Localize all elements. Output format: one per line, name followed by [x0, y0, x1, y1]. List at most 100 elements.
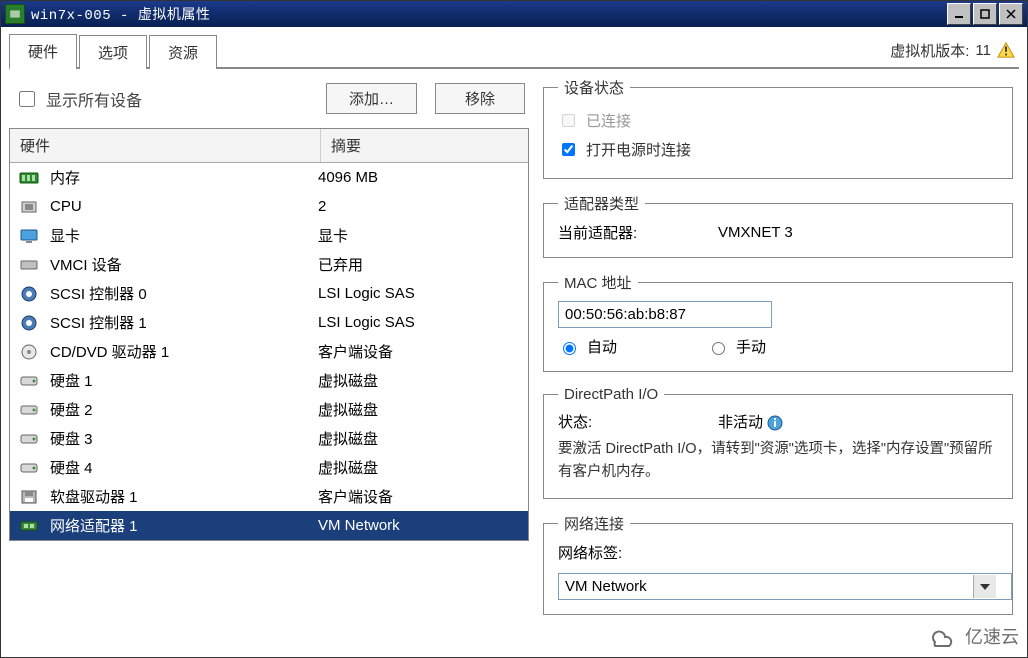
maximize-button[interactable]: [973, 3, 997, 25]
connected-label: 已连接: [586, 110, 631, 131]
device-status-group: 设备状态 已连接 打开电源时连接: [543, 77, 1013, 179]
vm-properties-window: win7x-005 - 虚拟机属性 硬件 选项 资源 虚拟机版本: 11: [0, 0, 1028, 658]
hardware-row[interactable]: 硬盘 2 虚拟磁盘: [10, 395, 528, 424]
directpath-note: 要激活 DirectPath I/O，请转到"资源"选项卡，选择"内存设置"预留…: [558, 432, 998, 484]
hardware-row[interactable]: CPU 2: [10, 192, 528, 221]
hardware-name: 硬盘 4: [50, 457, 93, 478]
col-hardware: 硬件: [10, 129, 321, 162]
connected-checkbox: [562, 114, 575, 127]
watermark: 亿速云: [925, 623, 1019, 649]
mac-manual-input[interactable]: [712, 342, 725, 355]
hardware-summary: 虚拟磁盘: [308, 428, 528, 449]
tab-options[interactable]: 选项: [79, 35, 147, 69]
hardware-name: 硬盘 3: [50, 428, 93, 449]
cddvd-icon: [18, 343, 40, 361]
scsi-icon: [18, 285, 40, 303]
vm-version-value: 11: [975, 42, 991, 59]
tabs: 硬件 选项 资源 虚拟机版本: 11: [9, 33, 1019, 69]
hardware-row[interactable]: SCSI 控制器 1 LSI Logic SAS: [10, 308, 528, 337]
hardware-summary: 客户端设备: [308, 341, 528, 362]
hardware-summary: 2: [308, 198, 528, 215]
hardware-row[interactable]: 硬盘 1 虚拟磁盘: [10, 366, 528, 395]
watermark-text: 亿速云: [965, 623, 1019, 649]
hardware-row[interactable]: 软盘驱动器 1客户端设备: [10, 482, 528, 511]
hardware-row[interactable]: CD/DVD 驱动器 1 客户端设备: [10, 337, 528, 366]
floppy-icon: [18, 488, 40, 506]
hardware-row[interactable]: 硬盘 4 虚拟磁盘: [10, 453, 528, 482]
device-status-legend: 设备状态: [558, 77, 630, 98]
mac-address-group: MAC 地址 自动 手动: [543, 272, 1013, 372]
disk-icon: [18, 459, 40, 477]
app-icon: [5, 4, 25, 24]
network-connection-group: 网络连接 网络标签:: [543, 513, 1013, 615]
adapter-type-legend: 适配器类型: [558, 193, 645, 214]
hardware-summary: LSI Logic SAS: [308, 314, 528, 331]
hardware-summary: 显卡: [308, 225, 528, 246]
network-label-label: 网络标签:: [558, 542, 998, 563]
titlebar: win7x-005 - 虚拟机属性: [1, 1, 1027, 27]
hardware-row[interactable]: 显卡 显卡: [10, 221, 528, 250]
hardware-list: 硬件 摘要 内存4096 MB CPU 2 显卡 显卡 VMCI 设备 已弃用 SCSI 控制…: [9, 128, 529, 541]
display-icon: [18, 227, 40, 245]
adapter-type-value: VMXNET 3: [718, 224, 793, 241]
col-summary: 摘要: [321, 129, 528, 162]
hardware-name: 显卡: [50, 225, 80, 246]
mac-auto-input[interactable]: [563, 342, 576, 355]
hardware-row[interactable]: SCSI 控制器 0 LSI Logic SAS: [10, 279, 528, 308]
hardware-row[interactable]: 网络适配器 1VM Network: [10, 511, 528, 540]
hardware-name: CPU: [50, 198, 82, 215]
hardware-name: 内存: [50, 167, 80, 188]
warning-icon: [997, 41, 1015, 59]
directpath-legend: DirectPath I/O: [558, 386, 664, 403]
close-button[interactable]: [999, 3, 1023, 25]
hardware-list-header: 硬件 摘要: [10, 129, 528, 163]
add-button[interactable]: 添加…: [326, 83, 417, 114]
cloud-icon: [925, 624, 959, 648]
hardware-name: SCSI 控制器 1: [50, 312, 147, 333]
adapter-type-group: 适配器类型 当前适配器: VMXNET 3: [543, 193, 1013, 258]
hardware-summary: 已弃用: [308, 254, 528, 275]
directpath-status-label: 状态:: [558, 411, 718, 432]
mac-auto-radio[interactable]: 自动: [558, 336, 617, 357]
cpu-icon: [18, 198, 40, 216]
disk-icon: [18, 430, 40, 448]
remove-button[interactable]: 移除: [435, 83, 525, 114]
hardware-name: SCSI 控制器 0: [50, 283, 147, 304]
network-connection-legend: 网络连接: [558, 513, 630, 534]
minimize-button[interactable]: [947, 3, 971, 25]
hardware-name: 硬盘 1: [50, 370, 93, 391]
show-all-devices-label: 显示所有设备: [46, 87, 142, 111]
mac-address-input[interactable]: [558, 301, 772, 328]
hardware-summary: VM Network: [308, 517, 528, 534]
network-label-select[interactable]: [558, 573, 1012, 600]
window-buttons: [945, 3, 1023, 25]
mac-auto-label: 自动: [587, 336, 617, 357]
memory-icon: [18, 169, 40, 187]
hardware-name: VMCI 设备: [50, 254, 122, 275]
info-icon: [767, 415, 783, 431]
mac-address-legend: MAC 地址: [558, 272, 638, 293]
show-all-devices-checkbox[interactable]: 显示所有设备: [15, 87, 142, 111]
disk-icon: [18, 372, 40, 390]
hardware-row[interactable]: 内存4096 MB: [10, 163, 528, 192]
tab-hardware[interactable]: 硬件: [9, 34, 77, 70]
hardware-summary: 虚拟磁盘: [308, 457, 528, 478]
hardware-row[interactable]: 硬盘 3 虚拟磁盘: [10, 424, 528, 453]
hardware-name: CD/DVD 驱动器 1: [50, 341, 169, 362]
mac-manual-radio[interactable]: 手动: [707, 336, 766, 357]
adapter-type-label: 当前适配器:: [558, 222, 718, 243]
hardware-name: 硬盘 2: [50, 399, 93, 420]
hardware-row[interactable]: VMCI 设备 已弃用: [10, 250, 528, 279]
hardware-name: 软盘驱动器 1: [50, 486, 138, 507]
hardware-summary: 虚拟磁盘: [308, 399, 528, 420]
vmci-icon: [18, 256, 40, 274]
show-all-devices-input[interactable]: [19, 91, 35, 107]
scsi-icon: [18, 314, 40, 332]
hardware-summary: 虚拟磁盘: [308, 370, 528, 391]
connect-on-power-label: 打开电源时连接: [586, 139, 691, 160]
connect-on-power-checkbox[interactable]: [562, 143, 575, 156]
directpath-status-value: 非活动: [718, 414, 763, 431]
vm-version-label: 虚拟机版本:: [890, 40, 969, 61]
tab-resources[interactable]: 资源: [149, 35, 217, 69]
hardware-summary: LSI Logic SAS: [308, 285, 528, 302]
